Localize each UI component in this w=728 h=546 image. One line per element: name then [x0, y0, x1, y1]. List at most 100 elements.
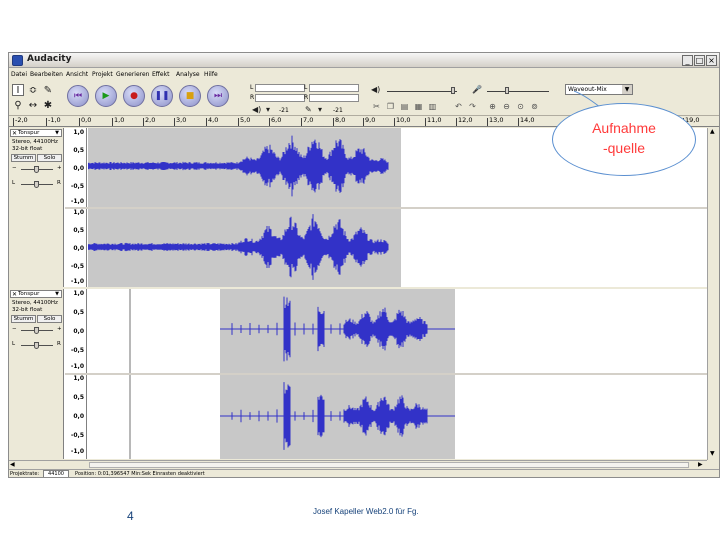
stop-button[interactable]: ■	[179, 85, 201, 107]
ruler-tick: 12,0	[455, 116, 473, 126]
scroll-up-icon[interactable]: ▲	[710, 128, 715, 135]
multi-tool-icon[interactable]: ✱	[42, 99, 54, 111]
scale-label: -1,0	[70, 198, 84, 205]
fit-selection-icon[interactable]: ⊙	[515, 101, 526, 112]
ruler-tick: -2,0	[13, 116, 28, 126]
record-button[interactable]: ●	[123, 85, 145, 107]
input-volume-knob[interactable]	[505, 87, 509, 94]
amplitude-scale: 1,0 0,5 0,0 -0,5 -1,0	[65, 374, 87, 459]
rec-meter-dropdown-icon[interactable]: ▾	[318, 105, 322, 114]
record-meter-left	[309, 84, 359, 92]
menu-hilfe[interactable]: Hilfe	[204, 71, 218, 78]
scale-label: 0,0	[73, 245, 84, 252]
skip-start-button[interactable]: ⏮	[67, 85, 89, 107]
record-meter-right	[309, 94, 359, 102]
trim-icon[interactable]: ▦	[413, 101, 424, 112]
silence-icon[interactable]: ▥	[427, 101, 438, 112]
track-name[interactable]: Tonspur	[18, 130, 39, 136]
zoom-tool-icon[interactable]: ⚲	[12, 99, 24, 111]
undo-icon[interactable]: ↶	[453, 101, 464, 112]
amplitude-scale: 1,0 0,5 0,0 -0,5 -1,0	[65, 208, 87, 287]
scroll-down-icon[interactable]: ▼	[710, 450, 715, 457]
close-button[interactable]: ×	[706, 55, 717, 66]
close-track-icon[interactable]: ✕	[12, 130, 17, 137]
gain-minus-label: −	[12, 326, 17, 332]
maximize-button[interactable]: □	[694, 55, 705, 66]
track-name[interactable]: Tonspur	[18, 291, 39, 297]
callout-line-2: -quelle	[602, 140, 646, 156]
track-control-panel: ✕ Tonspur ▼ Stereo, 44100Hz 32-bit float…	[9, 289, 64, 459]
menu-generieren[interactable]: Generieren	[116, 71, 150, 78]
meter-db-1: -21	[279, 107, 289, 114]
scale-label: 0,5	[73, 147, 84, 154]
close-track-icon[interactable]: ✕	[12, 291, 17, 298]
gain-slider-knob[interactable]	[34, 166, 39, 173]
horizontal-scrollbar[interactable]: ◀ ▶	[9, 460, 707, 469]
rec-meter-right-label: R	[304, 94, 309, 101]
scale-label: -0,5	[70, 432, 84, 439]
zoom-in-icon[interactable]: ⊕	[487, 101, 498, 112]
channel-separator	[65, 207, 707, 209]
status-position: Position: 0:01,396547 Min:Sek Einrasten …	[75, 471, 205, 477]
solo-button[interactable]: Solo	[37, 315, 62, 323]
zoom-out-icon[interactable]: ⊖	[501, 101, 512, 112]
scroll-left-icon[interactable]: ◀	[10, 461, 15, 468]
scale-label: 0,0	[73, 328, 84, 335]
scale-label: -1,0	[70, 363, 84, 370]
scroll-right-icon[interactable]: ▶	[698, 461, 703, 468]
pan-left-label: L	[12, 341, 16, 347]
pan-slider-knob[interactable]	[34, 181, 39, 188]
envelope-tool-icon[interactable]: ≎	[27, 84, 39, 96]
pause-button[interactable]: ❚❚	[151, 85, 173, 107]
menu-ansicht[interactable]: Ansicht	[66, 71, 88, 78]
track-control-panel: ✕ Tonspur ▼ Stereo, 44100Hz 32-bit float…	[9, 128, 64, 287]
timeshift-tool-icon[interactable]: ↔	[27, 99, 39, 111]
gain-plus-label: +	[57, 326, 62, 332]
paste-icon[interactable]: ▤	[399, 101, 410, 112]
project-rate-select[interactable]: 44100	[43, 470, 69, 477]
track-menu-chevron-icon[interactable]: ▼	[55, 291, 59, 297]
horizontal-scroll-thumb[interactable]	[89, 462, 689, 468]
minimize-button[interactable]: _	[682, 55, 693, 66]
selection-tool-icon[interactable]: I	[12, 84, 24, 96]
draw-tool-icon[interactable]: ✎	[42, 84, 54, 96]
redo-icon[interactable]: ↷	[467, 101, 478, 112]
gain-slider-knob[interactable]	[34, 327, 39, 334]
title-bar: Audacity _ □ ×	[9, 53, 719, 68]
scale-label: -0,5	[70, 263, 84, 270]
slide-footer-credit: Josef Kapeller Web2.0 für Fg.	[313, 507, 419, 516]
ruler-tick: 6,0	[268, 116, 282, 126]
mute-button[interactable]: Stumm	[11, 154, 36, 162]
amplitude-scale: 1,0 0,5 0,0 -0,5 -1,0	[65, 289, 87, 373]
menu-datei[interactable]: Datei	[11, 71, 27, 78]
menu-effekt[interactable]: Effekt	[152, 71, 169, 78]
meter-db-2: -21	[333, 107, 343, 114]
play-button[interactable]: ▶	[95, 85, 117, 107]
track-header[interactable]: ✕ Tonspur ▼	[10, 129, 62, 137]
menu-bearbeiten[interactable]: Bearbeiten	[30, 71, 63, 78]
vertical-scrollbar[interactable]: ▲ ▼	[707, 128, 719, 460]
track-header[interactable]: ✕ Tonspur ▼	[10, 290, 62, 298]
ruler-tick: 9,0	[362, 116, 376, 126]
menu-analyse[interactable]: Analyse	[176, 71, 200, 78]
fit-project-icon[interactable]: ⊚	[529, 101, 540, 112]
slide-page-number: 4	[127, 509, 134, 523]
cut-icon[interactable]: ✂	[371, 101, 382, 112]
meter-dropdown-icon[interactable]: ▾	[266, 105, 270, 114]
copy-icon[interactable]: ❐	[385, 101, 396, 112]
track-2[interactable]: ✕ Tonspur ▼ Stereo, 44100Hz 32-bit float…	[9, 289, 707, 459]
pan-slider-knob[interactable]	[34, 342, 39, 349]
menu-projekt[interactable]: Projekt	[92, 71, 113, 78]
project-rate-label: Projektrate:	[10, 471, 40, 477]
mute-button[interactable]: Stumm	[11, 315, 36, 323]
solo-button[interactable]: Solo	[37, 154, 62, 162]
chevron-down-icon[interactable]: ▼	[622, 85, 632, 94]
skip-end-button[interactable]: ⏭	[207, 85, 229, 107]
window-title: Audacity	[27, 54, 72, 64]
scale-label: -1,0	[70, 278, 84, 285]
input-volume-track[interactable]	[487, 91, 549, 92]
volume-icon: ◀)	[371, 85, 381, 94]
track-menu-chevron-icon[interactable]: ▼	[55, 130, 59, 136]
output-volume-track[interactable]	[387, 91, 457, 92]
output-volume-knob[interactable]	[451, 87, 455, 94]
